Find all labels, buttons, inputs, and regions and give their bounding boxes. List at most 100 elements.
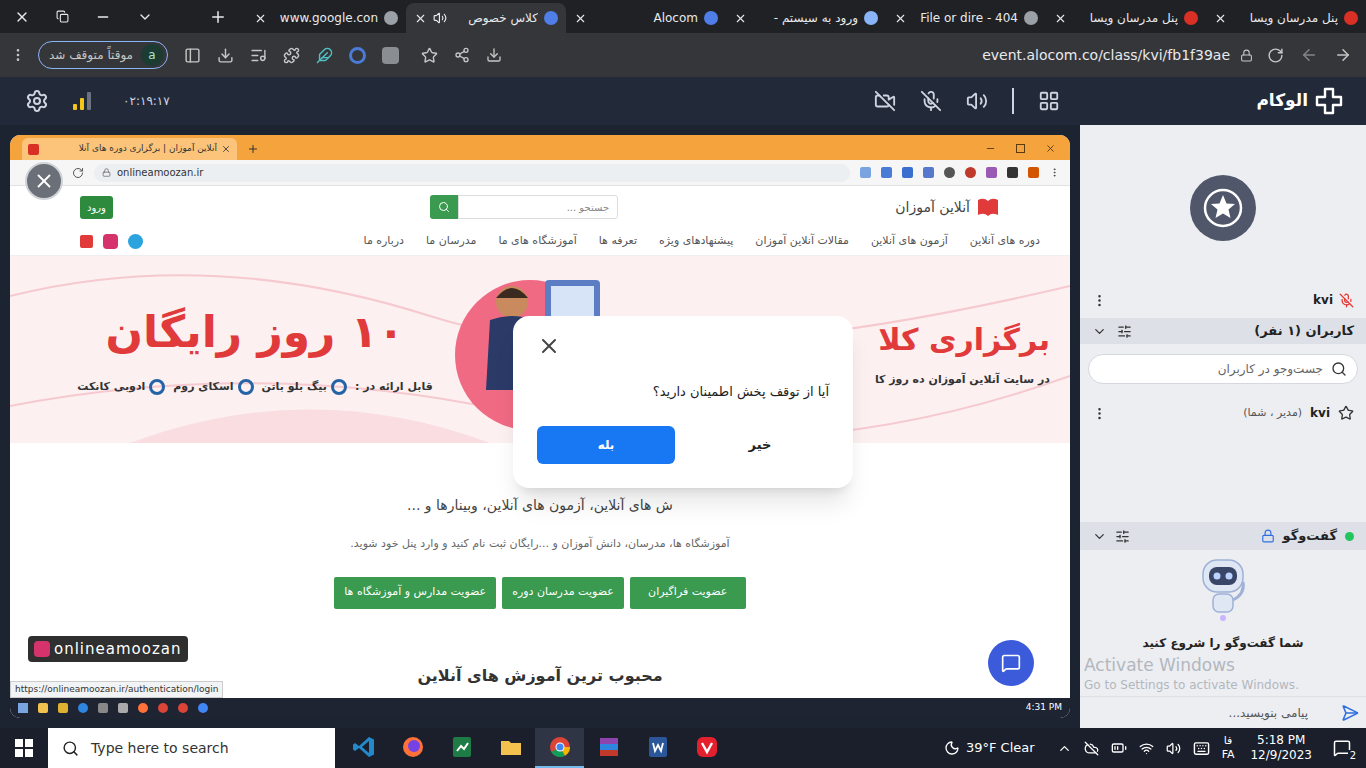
new-tab-button[interactable] bbox=[190, 0, 246, 33]
user-menu-icon[interactable] bbox=[1092, 406, 1107, 421]
taskbar-app[interactable] bbox=[682, 728, 731, 768]
taskbar-app[interactable] bbox=[633, 728, 682, 768]
participant-menu-icon[interactable] bbox=[1092, 293, 1107, 308]
back-icon[interactable] bbox=[1300, 46, 1318, 64]
browser-tab[interactable]: کلاس خصوص bbox=[406, 3, 566, 33]
tab-close-icon[interactable] bbox=[574, 12, 587, 25]
speaker-icon[interactable] bbox=[966, 90, 988, 112]
inner-url-field[interactable]: onlineamoozan.ir bbox=[94, 164, 850, 182]
mic-off-icon[interactable] bbox=[920, 90, 942, 112]
install-icon[interactable] bbox=[486, 47, 502, 63]
inner-menu-icon[interactable] bbox=[1049, 167, 1060, 178]
app-icon[interactable] bbox=[80, 235, 93, 248]
tab-close-icon[interactable] bbox=[1054, 12, 1067, 25]
start-button[interactable] bbox=[0, 728, 48, 768]
inner-start-icon[interactable] bbox=[18, 703, 28, 713]
ext-icon[interactable] bbox=[860, 167, 871, 178]
instagram-icon[interactable] bbox=[103, 234, 118, 249]
site-search-button[interactable] bbox=[430, 195, 458, 219]
media-control-icon[interactable] bbox=[250, 47, 267, 64]
telegram-icon[interactable] bbox=[128, 234, 143, 249]
stop-share-button[interactable] bbox=[25, 162, 63, 200]
chat-settings-icon[interactable] bbox=[1115, 529, 1130, 544]
chat-collapse-icon[interactable] bbox=[1092, 529, 1107, 544]
inner-app-icon[interactable] bbox=[158, 703, 168, 713]
extension-globe-icon[interactable] bbox=[349, 47, 366, 64]
nav-item[interactable]: درباره ما bbox=[364, 233, 404, 250]
bookmark-icon[interactable] bbox=[421, 47, 438, 64]
nav-item[interactable]: تعرفه ها bbox=[599, 233, 637, 250]
browser-tab[interactable]: ورود به سیستم - bbox=[726, 3, 886, 33]
inner-app-icon[interactable] bbox=[38, 703, 48, 713]
volume-icon[interactable] bbox=[1166, 741, 1181, 756]
nav-item[interactable]: مدرسان ما bbox=[426, 233, 476, 250]
inner-tab-close-icon[interactable] bbox=[221, 144, 231, 154]
ext-icon[interactable] bbox=[1007, 167, 1018, 178]
chat-input[interactable]: پیامی بنویسید... bbox=[1090, 704, 1328, 722]
users-collapse-icon[interactable] bbox=[1092, 324, 1107, 339]
tab-close-icon[interactable] bbox=[1214, 12, 1227, 25]
tab-close-icon[interactable] bbox=[254, 12, 267, 25]
ext-icon[interactable] bbox=[881, 167, 892, 178]
profile-pill[interactable]: موقتاً متوقف شدa bbox=[38, 41, 168, 69]
settings-icon[interactable] bbox=[25, 89, 49, 113]
inner-minimize-icon[interactable] bbox=[985, 143, 996, 154]
close-window-icon[interactable] bbox=[14, 9, 30, 25]
extension-shield-icon[interactable] bbox=[382, 47, 399, 64]
site-search[interactable]: جستجو ... bbox=[430, 195, 618, 219]
menu-icon[interactable] bbox=[10, 47, 26, 63]
browser-tab[interactable]: 404 - File or dire bbox=[886, 3, 1046, 33]
notification-center[interactable]: 2 bbox=[1328, 734, 1356, 762]
ext-icon[interactable] bbox=[986, 167, 997, 178]
inner-app-icon[interactable] bbox=[138, 703, 148, 713]
onedrive-icon[interactable] bbox=[1084, 741, 1099, 756]
ext-icon[interactable] bbox=[965, 167, 976, 178]
inner-app-icon[interactable] bbox=[58, 703, 68, 713]
wifi-icon[interactable] bbox=[1139, 741, 1154, 756]
minimize-window-icon[interactable] bbox=[95, 9, 111, 25]
extension-feather-icon[interactable] bbox=[316, 47, 333, 64]
forward-icon[interactable] bbox=[1334, 46, 1352, 64]
extensions-icon[interactable] bbox=[283, 47, 300, 64]
browser-tab[interactable]: پنل مدرسان ویسا bbox=[1206, 3, 1366, 33]
tab-close-icon[interactable] bbox=[734, 12, 747, 25]
url-field[interactable]: event.alocom.co/class/kvi/fb1f39ae bbox=[502, 45, 1267, 66]
inner-app-icon[interactable] bbox=[118, 703, 128, 713]
inner-reload-icon[interactable] bbox=[72, 167, 84, 179]
tray-overflow-icon[interactable] bbox=[1057, 741, 1072, 756]
share-icon[interactable] bbox=[454, 47, 470, 63]
signup-button[interactable]: عضویت فراگیران bbox=[630, 577, 746, 609]
confirm-button[interactable]: بله bbox=[537, 426, 675, 464]
taskbar-app[interactable] bbox=[535, 728, 584, 768]
ext-icon[interactable] bbox=[923, 167, 934, 178]
taskbar-app[interactable] bbox=[339, 728, 388, 768]
inner-maximize-icon[interactable] bbox=[1016, 144, 1025, 153]
inner-app-icon[interactable] bbox=[78, 703, 88, 713]
taskbar-app[interactable] bbox=[486, 728, 535, 768]
inner-app-icon[interactable] bbox=[178, 703, 188, 713]
browser-tab[interactable]: www.google.con bbox=[246, 3, 406, 33]
taskbar-app[interactable] bbox=[584, 728, 633, 768]
ext-icon[interactable] bbox=[944, 167, 955, 178]
inner-app-icon[interactable] bbox=[98, 703, 108, 713]
tab-audio-icon[interactable] bbox=[433, 11, 447, 25]
browser-tab[interactable]: پنل مدرسان ویسا bbox=[1046, 3, 1206, 33]
chat-header[interactable]: گفت‌وگو bbox=[1080, 522, 1366, 550]
camera-off-icon[interactable] bbox=[874, 90, 896, 112]
keyboard-icon[interactable] bbox=[1193, 740, 1210, 757]
reload-icon[interactable] bbox=[1267, 47, 1284, 64]
download-icon[interactable] bbox=[217, 47, 234, 64]
battery-icon[interactable] bbox=[1111, 740, 1127, 756]
site-logo[interactable]: آنلاین آموزان bbox=[895, 196, 1070, 218]
taskbar-app[interactable] bbox=[388, 728, 437, 768]
users-header[interactable]: کاربران (۱ نفر) bbox=[1080, 318, 1366, 344]
dialog-close-icon[interactable] bbox=[537, 334, 561, 358]
signup-button[interactable]: عضویت مدرسان دوره bbox=[502, 577, 624, 609]
tab-close-icon[interactable] bbox=[894, 12, 907, 25]
nav-item[interactable]: مقالات آنلاین آموزان bbox=[755, 233, 849, 250]
side-panel-icon[interactable] bbox=[184, 47, 201, 64]
taskbar-search[interactable]: Type here to search bbox=[48, 728, 335, 768]
nav-item[interactable]: پیشنهادهای ویژه bbox=[659, 233, 733, 250]
layout-icon[interactable] bbox=[1038, 90, 1060, 112]
tab-search-icon[interactable] bbox=[137, 9, 153, 25]
